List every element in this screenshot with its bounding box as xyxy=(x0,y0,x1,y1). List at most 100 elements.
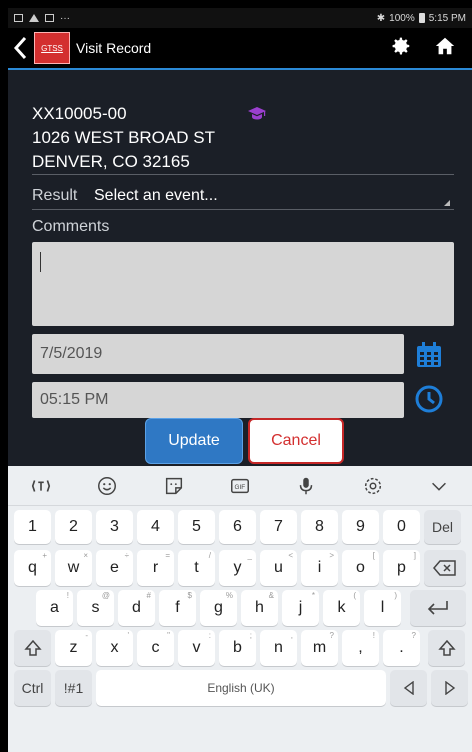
key-o[interactable]: o[ xyxy=(342,550,379,586)
key-b-label: b xyxy=(233,639,242,656)
key-7[interactable]: 7 xyxy=(260,510,297,544)
key-i[interactable]: i > xyxy=(301,550,338,586)
key-h[interactable]: h & xyxy=(241,590,278,626)
keyboard-row-4: Ctrl !#1 English (UK) xyxy=(8,670,472,710)
date-field[interactable]: 7/5/2019 xyxy=(32,334,404,374)
key-b[interactable]: b; xyxy=(219,630,256,666)
key-y-secondary: _ xyxy=(247,551,252,560)
cursor-left-key[interactable] xyxy=(390,670,427,706)
time-field[interactable]: 05:15 PM xyxy=(32,382,404,418)
key-3-label: 3 xyxy=(110,518,119,535)
settings-button[interactable] xyxy=(390,35,412,62)
key-8-label: 8 xyxy=(315,518,324,535)
voice-input-button[interactable] xyxy=(292,474,320,498)
calendar-icon[interactable] xyxy=(414,340,444,370)
status-right: ✱ 100% 5:15 PM xyxy=(377,13,466,24)
backspace-key[interactable] xyxy=(424,550,466,586)
chevron-down-icon xyxy=(431,482,446,491)
symbols-key-label: !#1 xyxy=(63,680,84,696)
key-t[interactable]: t / xyxy=(178,550,215,586)
key-5[interactable]: 5 xyxy=(178,510,215,544)
key-1[interactable]: 1 xyxy=(14,510,51,544)
keyboard-row-1: q + w × e ÷ r = t / y _ u < i > o[p] xyxy=(8,550,472,590)
keyboard-settings-button[interactable] xyxy=(359,474,387,498)
update-button[interactable]: Update xyxy=(145,418,243,464)
key-x[interactable]: x ' xyxy=(96,630,133,666)
home-button[interactable] xyxy=(434,35,456,62)
key-j[interactable]: j * xyxy=(282,590,319,626)
key-0[interactable]: 0 xyxy=(383,510,420,544)
key-j-secondary: * xyxy=(311,591,315,600)
key-v[interactable]: v: xyxy=(178,630,215,666)
delete-key[interactable]: Del xyxy=(424,510,461,544)
key-6[interactable]: 6 xyxy=(219,510,256,544)
cancel-button[interactable]: Cancel xyxy=(248,418,344,464)
warning-notification-icon xyxy=(29,14,39,22)
period-key[interactable]: .? xyxy=(383,630,420,666)
key-g-label: g xyxy=(214,599,223,616)
ctrl-key[interactable]: Ctrl xyxy=(14,670,51,706)
battery-percent: 100% xyxy=(389,12,415,24)
battery-icon xyxy=(418,13,425,23)
key-4[interactable]: 4 xyxy=(137,510,174,544)
emoji-button[interactable] xyxy=(93,474,121,498)
shift-key-left[interactable] xyxy=(14,630,51,666)
gif-button[interactable]: GIF xyxy=(226,474,254,498)
space-bar[interactable]: English (UK) xyxy=(96,670,386,706)
comma-key-label: , xyxy=(358,639,363,656)
shift-icon xyxy=(437,639,456,656)
comma-key[interactable]: ,! xyxy=(342,630,379,666)
key-m[interactable]: m? xyxy=(301,630,338,666)
key-p-label: p xyxy=(397,559,406,576)
clock-icon[interactable] xyxy=(414,384,444,414)
key-l[interactable]: l) xyxy=(364,590,401,626)
handwriting-button[interactable] xyxy=(27,474,55,498)
key-z[interactable]: z- xyxy=(55,630,92,666)
key-k[interactable]: k( xyxy=(323,590,360,626)
key-p-secondary: ] xyxy=(413,551,416,560)
key-8[interactable]: 8 xyxy=(301,510,338,544)
key-r[interactable]: r = xyxy=(137,550,174,586)
key-w[interactable]: w × xyxy=(55,550,92,586)
key-y[interactable]: y _ xyxy=(219,550,256,586)
key-p[interactable]: p] xyxy=(383,550,420,586)
key-d[interactable]: d # xyxy=(118,590,155,626)
back-button[interactable] xyxy=(8,27,32,69)
key-n[interactable]: n, xyxy=(260,630,297,666)
key-c[interactable]: c " xyxy=(137,630,174,666)
key-i-label: i xyxy=(317,559,322,576)
key-o-label: o xyxy=(356,559,365,576)
cursor-right-key[interactable] xyxy=(431,670,468,706)
key-m-label: m xyxy=(312,639,327,656)
key-a[interactable]: a! xyxy=(36,590,73,626)
collapse-keyboard-button[interactable] xyxy=(425,474,453,498)
result-dropdown[interactable]: Result Select an event... xyxy=(32,182,454,210)
key-9[interactable]: 9 xyxy=(342,510,379,544)
symbols-key[interactable]: !#1 xyxy=(55,670,92,706)
key-q[interactable]: q + xyxy=(14,550,51,586)
key-f[interactable]: f $ xyxy=(159,590,196,626)
key-h-secondary: & xyxy=(268,591,274,600)
key-3[interactable]: 3 xyxy=(96,510,133,544)
key-7-label: 7 xyxy=(274,518,283,535)
sticker-button[interactable] xyxy=(160,474,188,498)
key-g[interactable]: g% xyxy=(200,590,237,626)
enter-key[interactable] xyxy=(410,590,466,626)
key-i-secondary: > xyxy=(329,551,334,560)
key-s[interactable]: s @ xyxy=(77,590,114,626)
key-e[interactable]: e ÷ xyxy=(96,550,133,586)
key-a-secondary: ! xyxy=(66,591,69,600)
key-u[interactable]: u < xyxy=(260,550,297,586)
key-f-secondary: $ xyxy=(187,591,192,600)
key-2[interactable]: 2 xyxy=(55,510,92,544)
street-address: 1026 WEST BROAD ST xyxy=(32,128,215,147)
result-label: Result xyxy=(32,186,78,204)
key-s-label: s xyxy=(91,599,100,616)
key-z-label: z xyxy=(69,639,78,656)
shift-key-right[interactable] xyxy=(428,630,465,666)
key-4-label: 4 xyxy=(151,518,160,535)
address-block: XX10005-00 1026 WEST BROAD ST DENVER, CO… xyxy=(32,102,215,174)
backspace-icon xyxy=(433,560,456,576)
comments-textarea[interactable] xyxy=(32,242,454,326)
app-logo: GTSS xyxy=(34,32,70,64)
